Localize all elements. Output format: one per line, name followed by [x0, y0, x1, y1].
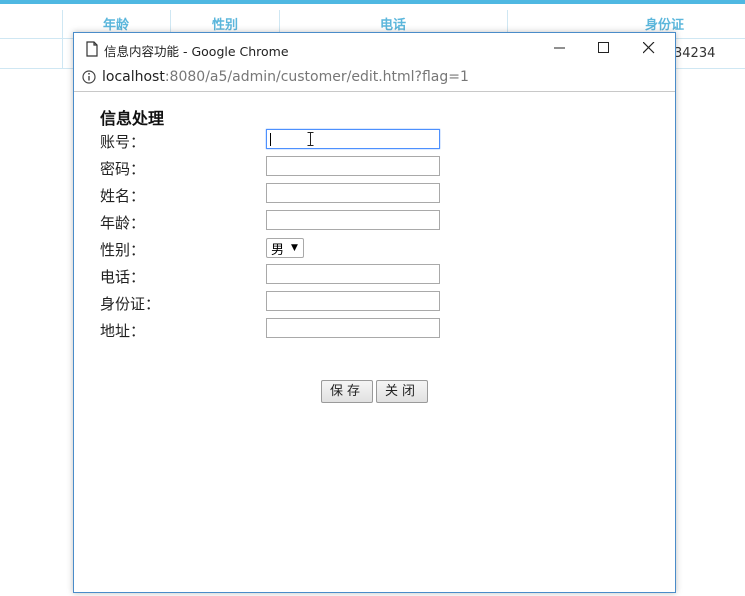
maximize-icon: [598, 42, 609, 53]
form-content: 信息处理 账号： 密码： 姓名： 年龄： 性别： 男 ▼ 电话： 身份证： 地址…: [74, 92, 675, 592]
close-window-button[interactable]: [627, 33, 672, 64]
gender-select[interactable]: 男 ▼: [266, 238, 304, 258]
window-title: 信息内容功能 - Google Chrome: [104, 44, 289, 59]
page-top-bar: [0, 0, 745, 4]
popup-window: 信息内容功能 - Google Chrome localhost:8080/a5…: [73, 32, 676, 593]
account-input[interactable]: [266, 129, 440, 149]
table-cell-idcard: 34234: [674, 46, 716, 61]
gender-label: 性别：: [100, 241, 146, 259]
document-icon: [86, 41, 98, 57]
url-text[interactable]: localhost:8080/a5/admin/customer/edit.ht…: [102, 69, 469, 85]
name-input[interactable]: [266, 183, 440, 203]
phone-input[interactable]: [266, 264, 440, 284]
idcard-input[interactable]: [266, 291, 440, 311]
address-input[interactable]: [266, 318, 440, 338]
idcard-label: 身份证：: [100, 295, 161, 313]
password-input[interactable]: [266, 156, 440, 176]
column-header-age[interactable]: 年龄: [103, 14, 129, 33]
address-bar[interactable]: localhost:8080/a5/admin/customer/edit.ht…: [74, 64, 675, 92]
window-titlebar[interactable]: 信息内容功能 - Google Chrome: [74, 33, 675, 64]
maximize-button[interactable]: [582, 33, 627, 64]
text-caret: [270, 133, 271, 146]
minimize-button[interactable]: [538, 33, 583, 64]
info-icon[interactable]: [82, 70, 96, 84]
url-host: localhost: [102, 69, 165, 85]
account-label: 账号：: [100, 133, 146, 151]
column-header-phone[interactable]: 电话: [380, 14, 406, 33]
close-icon: [643, 42, 655, 54]
minimize-icon: [554, 47, 565, 49]
column-header-idcard[interactable]: 身份证: [645, 14, 684, 33]
column-divider: [62, 10, 63, 68]
save-button[interactable]: 保存: [321, 380, 373, 403]
password-label: 密码：: [100, 160, 146, 178]
name-label: 姓名：: [100, 187, 146, 205]
form-title: 信息处理: [100, 109, 165, 128]
url-path: :8080/a5/admin/customer/edit.html?flag=1: [164, 69, 469, 85]
phone-label: 电话：: [100, 268, 146, 286]
dropdown-arrow-icon: ▼: [291, 243, 298, 253]
column-header-gender[interactable]: 性别: [212, 14, 238, 33]
address-label: 地址：: [100, 322, 146, 340]
age-input[interactable]: [266, 210, 440, 230]
ibeam-cursor-icon: [307, 132, 314, 146]
close-button[interactable]: 关闭: [376, 380, 428, 403]
gender-value: 男: [271, 243, 285, 258]
age-label: 年龄：: [100, 214, 146, 232]
